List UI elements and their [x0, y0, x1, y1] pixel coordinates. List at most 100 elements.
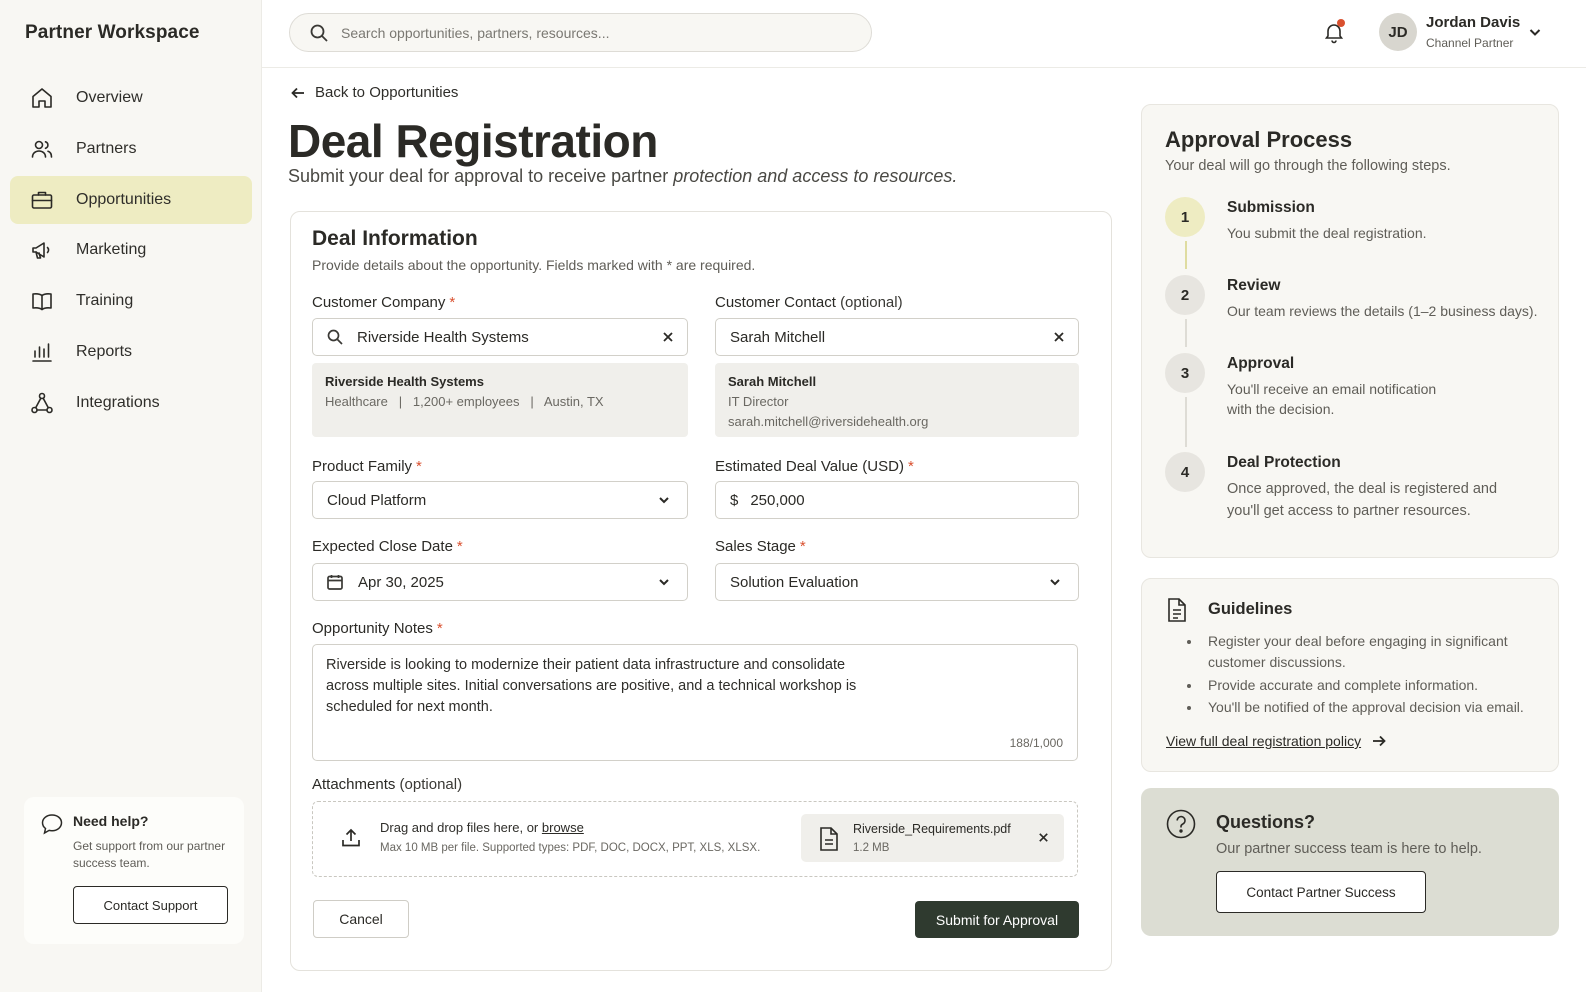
step-title: Approval — [1227, 355, 1295, 372]
clear-icon[interactable] — [1052, 330, 1066, 344]
arrow-right-icon — [1373, 735, 1386, 747]
label-text: Customer Company — [312, 294, 446, 311]
step-description: You'll receive an email notification wit… — [1227, 381, 1437, 417]
page-subtitle-plain: Submit your deal for approval to receive… — [288, 166, 669, 186]
book-icon — [29, 288, 55, 314]
submit-for-approval-button[interactable]: Submit for Approval — [915, 901, 1079, 938]
contact-support-button[interactable]: Contact Support — [73, 886, 228, 924]
step-title: Review — [1227, 277, 1281, 294]
product-family-select[interactable]: Cloud Platform — [312, 481, 688, 519]
step-number: 4 — [1165, 452, 1205, 492]
company-suggestion[interactable]: Riverside Health Systems Healthcare | 1,… — [312, 363, 688, 437]
contact-partner-success-button[interactable]: Contact Partner Success — [1216, 871, 1426, 913]
sidebar-item-partners[interactable]: Partners — [10, 125, 252, 173]
chevron-down-icon — [1048, 575, 1062, 589]
questions-card: Questions? Our partner success team is h… — [1141, 788, 1559, 936]
chat-bubble-icon — [39, 811, 65, 837]
notifications-button[interactable] — [1322, 19, 1346, 44]
label-text: Customer Contact — [715, 294, 836, 311]
users-icon — [29, 136, 55, 162]
cancel-button[interactable]: Cancel — [313, 900, 409, 938]
step-connector — [1185, 241, 1187, 269]
customer-contact-value: Sarah Mitchell — [730, 328, 826, 346]
sales-stage-value: Solution Evaluation — [730, 573, 859, 591]
close-date-field[interactable]: Apr 30, 2025 — [312, 563, 688, 601]
chevron-down-icon[interactable] — [1527, 24, 1543, 40]
approval-process-card: Approval Process Your deal will go throu… — [1141, 104, 1559, 558]
sidebar-item-integrations[interactable]: Integrations — [10, 379, 252, 427]
search-input[interactable] — [341, 24, 841, 41]
attachments-label: Attachments (optional) — [312, 776, 462, 793]
step-connector — [1185, 397, 1187, 447]
questions-title: Questions? — [1216, 812, 1316, 832]
help-description: Get support from our partner success tea… — [73, 839, 226, 870]
customer-contact-field[interactable]: Sarah Mitchell — [715, 318, 1079, 356]
optional-mark: (optional) — [840, 294, 903, 311]
file-dropzone[interactable]: Drag and drop files here, or browse Max … — [312, 801, 1078, 877]
guideline-item: You'll be notified of the approval decis… — [1187, 697, 1548, 718]
step-description: Our team reviews the details (1–2 busine… — [1227, 303, 1538, 319]
sidebar-item-reports[interactable]: Reports — [10, 328, 252, 376]
notes-label: Opportunity Notes * — [312, 620, 443, 637]
page-subtitle: Submit your deal for approval to receive… — [288, 166, 957, 187]
upload-icon — [339, 826, 363, 850]
close-date-label: Expected Close Date * — [312, 538, 463, 555]
product-family-label: Product Family * — [312, 458, 422, 475]
attached-file: Riverside_Requirements.pdf 1.2 MB — [801, 814, 1064, 862]
currency-symbol: $ — [730, 491, 739, 509]
home-icon — [29, 85, 55, 111]
card-subtitle: Provide details about the opportunity. F… — [312, 257, 756, 273]
guideline-item: Register your deal before engaging in si… — [1187, 631, 1548, 673]
step-title: Deal Protection — [1227, 454, 1341, 471]
sales-stage-label: Sales Stage * — [715, 538, 806, 555]
chevron-down-icon — [657, 575, 671, 589]
remove-file-icon[interactable] — [1037, 831, 1050, 844]
dropzone-meta: Max 10 MB per file. Supported types: PDF… — [380, 842, 761, 854]
guidelines-list: Register your deal before engaging in si… — [1187, 631, 1548, 720]
sidebar-item-overview[interactable]: Overview — [10, 74, 252, 122]
clear-icon[interactable] — [661, 330, 675, 344]
sidebar-item-label: Marketing — [76, 241, 147, 259]
avatar[interactable]: JD — [1379, 13, 1417, 51]
step-connector — [1185, 319, 1187, 347]
label-text: Sales Stage — [715, 538, 796, 555]
step-number: 1 — [1165, 197, 1205, 237]
file-size: 1.2 MB — [853, 842, 890, 854]
sidebar-item-label: Reports — [76, 342, 133, 360]
document-icon — [1166, 597, 1188, 623]
deal-value-value: 250,000 — [750, 491, 805, 509]
close-date-value: Apr 30, 2025 — [358, 573, 444, 591]
customer-contact-label: Customer Contact (optional) — [715, 294, 903, 311]
top-bar: JD Jordan Davis Channel Partner — [262, 0, 1586, 68]
optional-mark: (optional) — [399, 776, 463, 793]
document-icon — [817, 826, 841, 852]
sidebar-item-training[interactable]: Training — [10, 277, 252, 325]
back-link[interactable]: Back to Opportunities — [290, 84, 458, 101]
search-bar[interactable] — [289, 13, 872, 52]
notes-textarea[interactable]: Riverside is looking to modernize their … — [312, 644, 1078, 761]
search-icon — [309, 23, 329, 43]
customer-company-value: Riverside Health Systems — [357, 328, 529, 346]
question-mark-icon — [1165, 808, 1197, 840]
guidelines-card: Guidelines Register your deal before eng… — [1141, 578, 1559, 772]
sidebar-item-marketing[interactable]: Marketing — [10, 226, 252, 274]
brand-title: Partner Workspace — [25, 22, 200, 43]
approval-subtitle: Your deal will go through the following … — [1165, 158, 1451, 174]
deal-value-field[interactable]: $ 250,000 — [715, 481, 1079, 519]
customer-company-field[interactable]: Riverside Health Systems — [312, 318, 688, 356]
bar-chart-icon — [29, 339, 55, 365]
suggestion-name: Riverside Health Systems — [325, 374, 484, 389]
megaphone-icon — [29, 237, 55, 263]
deal-policy-link[interactable]: View full deal registration policy — [1166, 733, 1387, 749]
label-text: Attachments — [312, 776, 396, 793]
step-description: Once approved, the deal is registered an… — [1227, 481, 1498, 519]
sales-stage-select[interactable]: Solution Evaluation — [715, 563, 1079, 601]
step-description: You submit the deal registration. — [1227, 225, 1427, 241]
required-mark: * — [456, 538, 463, 555]
required-mark: * — [436, 620, 443, 637]
required-mark: * — [907, 458, 914, 475]
page-title: Deal Registration — [288, 115, 658, 167]
sidebar-item-opportunities[interactable]: Opportunities — [10, 175, 252, 224]
contact-suggestion[interactable]: Sarah Mitchell IT Director sarah.mitchel… — [715, 363, 1079, 437]
browse-link[interactable]: browse — [542, 820, 584, 835]
